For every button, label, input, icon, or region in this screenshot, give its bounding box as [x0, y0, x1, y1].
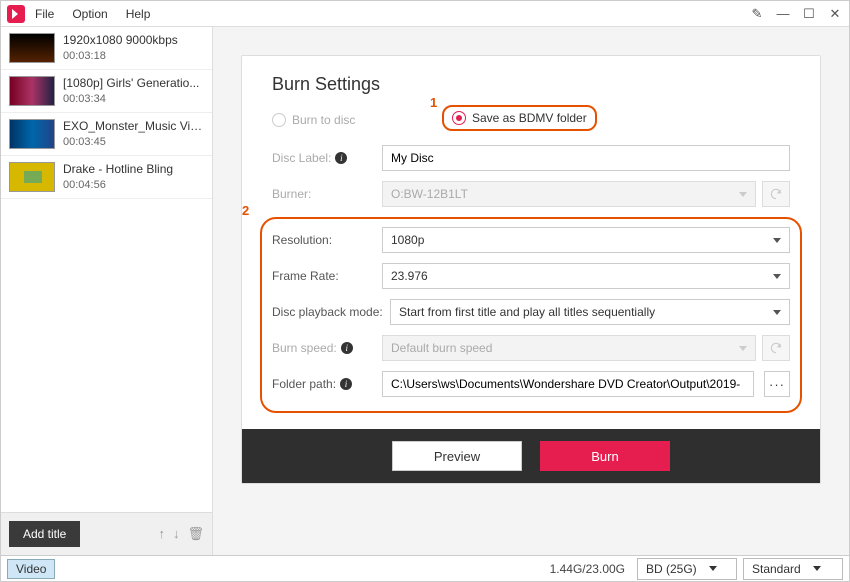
folder-path-input[interactable]: [382, 371, 754, 397]
panel-footer: Preview Burn: [242, 429, 820, 483]
refresh-icon: [769, 341, 783, 355]
list-item[interactable]: [1080p] Girls' Generatio... 00:03:34: [1, 70, 212, 113]
chevron-down-icon: [739, 192, 747, 197]
minimize-icon[interactable]: —: [775, 6, 791, 21]
burn-speed-value: Default burn speed: [391, 341, 492, 355]
app-logo-icon: [7, 5, 25, 23]
video-title: 1920x1080 9000kbps: [63, 33, 178, 47]
chevron-down-icon: [739, 346, 747, 351]
annotation-2: 2: [242, 203, 249, 218]
video-duration: 00:03:34: [63, 93, 199, 105]
chevron-down-icon: [773, 238, 781, 243]
feedback-icon[interactable]: ✎: [749, 6, 765, 22]
refresh-burner-button: [762, 181, 790, 207]
frame-rate-label: Frame Rate:: [272, 269, 382, 283]
burn-speed-select: Default burn speed: [382, 335, 756, 361]
panel-heading: Burn Settings: [272, 74, 790, 95]
burn-settings-panel: Burn Settings 1 Burn to disc Save as BDM…: [241, 55, 821, 484]
status-bar: Video 1.44G/23.00G BD (25G) Standard: [1, 555, 849, 581]
radio-burn-to-disc[interactable]: Burn to disc: [272, 113, 355, 127]
burn-speed-label: Burn speed: i: [272, 341, 382, 355]
titlebar: File Option Help ✎ — ☐ ✕: [1, 1, 849, 27]
burner-value: O:BW-12B1LT: [391, 187, 468, 201]
burner-label: Burner:: [272, 187, 382, 201]
move-down-icon[interactable]: ↓: [173, 526, 180, 542]
disc-label-label: Disc Label: i: [272, 151, 382, 165]
annotation-1: 1: [430, 95, 437, 110]
list-item[interactable]: 1920x1080 9000kbps 00:03:18: [1, 27, 212, 70]
add-title-button[interactable]: Add title: [9, 521, 80, 547]
playback-mode-value: Start from first title and play all titl…: [399, 305, 655, 319]
video-title: Drake - Hotline Bling: [63, 162, 173, 176]
video-duration: 00:04:56: [63, 179, 173, 191]
radio-icon: [452, 111, 466, 125]
status-video-tab[interactable]: Video: [7, 559, 55, 579]
disc-type-value: BD (25G): [646, 562, 697, 576]
menu-option[interactable]: Option: [72, 7, 107, 21]
video-list: 1920x1080 9000kbps 00:03:18 [1080p] Girl…: [1, 27, 212, 512]
refresh-icon: [769, 187, 783, 201]
video-thumbnail-icon: [9, 76, 55, 106]
maximize-icon[interactable]: ☐: [801, 6, 817, 22]
video-thumbnail-icon: [9, 33, 55, 63]
burn-button[interactable]: Burn: [540, 441, 670, 471]
quality-value: Standard: [752, 562, 801, 576]
quality-select[interactable]: Standard: [743, 558, 843, 580]
refresh-speed-button: [762, 335, 790, 361]
playback-mode-label: Disc playback mode:: [272, 305, 390, 319]
info-icon[interactable]: i: [340, 378, 352, 390]
disc-label-input[interactable]: [382, 145, 790, 171]
radio-save-bdmv[interactable]: Save as BDMV folder: [452, 111, 587, 125]
disc-type-select[interactable]: BD (25G): [637, 558, 737, 580]
folder-path-label: Folder path: i: [272, 377, 382, 391]
radio-label: Burn to disc: [292, 113, 355, 127]
burner-select: O:BW-12B1LT: [382, 181, 756, 207]
frame-rate-value: 23.976: [391, 269, 428, 283]
info-icon[interactable]: i: [335, 152, 347, 164]
move-up-icon[interactable]: ↑: [158, 526, 165, 542]
video-thumbnail-icon: [9, 119, 55, 149]
resolution-value: 1080p: [391, 233, 424, 247]
radio-icon: [272, 113, 286, 127]
video-title: [1080p] Girls' Generatio...: [63, 76, 199, 90]
frame-rate-select[interactable]: 23.976: [382, 263, 790, 289]
resolution-select[interactable]: 1080p: [382, 227, 790, 253]
preview-button[interactable]: Preview: [392, 441, 522, 471]
menu-file[interactable]: File: [35, 7, 54, 21]
list-item[interactable]: Drake - Hotline Bling 00:04:56: [1, 156, 212, 199]
main-content: Burn Settings 1 Burn to disc Save as BDM…: [213, 27, 849, 555]
close-icon[interactable]: ✕: [827, 6, 843, 22]
output-mode-radios: 1 Burn to disc Save as BDMV folder: [272, 113, 790, 127]
list-item[interactable]: EXO_Monster_Music Video 00:03:45: [1, 113, 212, 156]
playback-mode-select[interactable]: Start from first title and play all titl…: [390, 299, 790, 325]
video-duration: 00:03:45: [63, 136, 203, 148]
status-size: 1.44G/23.00G: [550, 562, 625, 576]
browse-folder-button[interactable]: ···: [764, 371, 790, 397]
chevron-down-icon: [813, 566, 821, 571]
chevron-down-icon: [709, 566, 717, 571]
video-title: EXO_Monster_Music Video: [63, 119, 203, 133]
resolution-label: Resolution:: [272, 233, 382, 247]
radio-label: Save as BDMV folder: [472, 111, 587, 125]
menu-bar: File Option Help: [35, 7, 150, 21]
sidebar: 1920x1080 9000kbps 00:03:18 [1080p] Girl…: [1, 27, 213, 555]
chevron-down-icon: [773, 274, 781, 279]
video-duration: 00:03:18: [63, 50, 178, 62]
delete-icon[interactable]: 🗑: [187, 526, 204, 542]
chevron-down-icon: [773, 310, 781, 315]
menu-help[interactable]: Help: [126, 7, 151, 21]
info-icon[interactable]: i: [341, 342, 353, 354]
video-thumbnail-icon: [9, 162, 55, 192]
